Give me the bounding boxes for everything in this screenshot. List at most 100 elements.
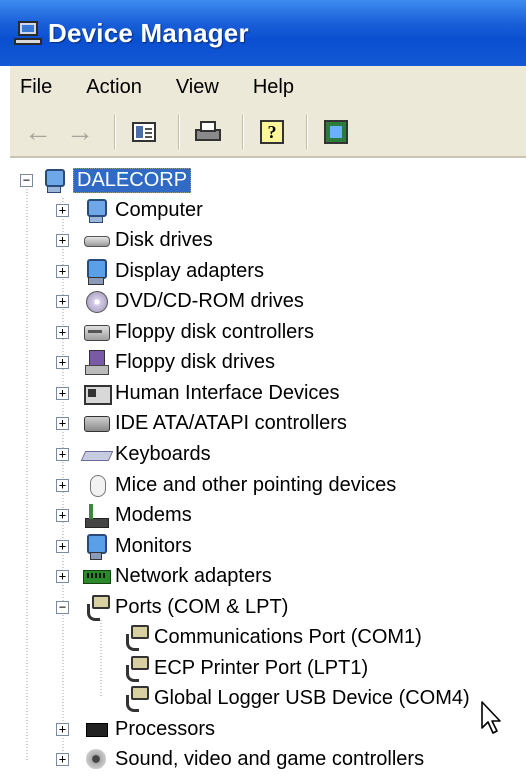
modem-icon (83, 502, 109, 528)
expand-toggle[interactable]: + (56, 294, 69, 308)
tree-item-modems[interactable]: + Modems (56, 501, 192, 529)
disk-drive-icon (83, 227, 110, 253)
dvd-icon (83, 288, 109, 314)
tree-item-label: Monitors (115, 534, 192, 557)
toolbar-separator (242, 115, 244, 149)
menu-file[interactable]: File (20, 76, 52, 99)
help-button[interactable]: ? (254, 114, 290, 150)
expand-toggle[interactable]: + (56, 325, 69, 339)
computer-icon (83, 197, 109, 223)
tree-item-com4[interactable]: Global Logger USB Device (COM4) (122, 684, 470, 712)
root-label[interactable]: DALECORP (73, 167, 192, 193)
toolbar-separator (178, 115, 180, 149)
port-icon (122, 624, 149, 651)
collapse-root-toggle[interactable]: − (20, 173, 33, 187)
floppy-controller-icon (83, 319, 110, 345)
toolbar: ← → ? (10, 108, 526, 158)
tree-item-label: ECP Printer Port (LPT1) (154, 656, 369, 679)
hid-icon (83, 380, 112, 406)
tree-item-mice[interactable]: + Mice and other pointing devices (56, 471, 396, 499)
expand-toggle[interactable]: + (56, 722, 69, 736)
expand-toggle[interactable]: + (56, 203, 69, 217)
tree-item-label: Mice and other pointing devices (115, 473, 397, 496)
tree-item-sound-video-game[interactable]: + Sound, video and game controllers (56, 745, 424, 773)
processor-icon (83, 716, 109, 742)
keyboard-icon (83, 441, 109, 467)
tree-item-floppy-disk-controllers[interactable]: + Floppy disk controllers (56, 318, 314, 346)
device-manager-icon (14, 20, 42, 46)
tree-item-keyboards[interactable]: + Keyboards (56, 440, 211, 468)
mouse-icon (83, 472, 109, 498)
tree-item-label: Ports (COM & LPT) (115, 595, 289, 618)
tree-root[interactable]: − DALECORP (20, 166, 192, 194)
window-title: Device Manager (48, 17, 249, 48)
print-button[interactable] (190, 114, 226, 150)
tree-item-network-adapters[interactable]: + Network adapters (56, 562, 272, 590)
tree-item-label: Modems (115, 503, 192, 526)
expand-toggle[interactable]: + (56, 447, 69, 461)
menu-view[interactable]: View (176, 76, 219, 99)
tree-item-monitors[interactable]: + Monitors (56, 532, 192, 560)
tree-item-disk-drives[interactable]: + Disk drives (56, 226, 213, 254)
menu-action[interactable]: Action (86, 76, 142, 99)
tree-item-dvd-cdrom-drives[interactable]: + DVD/CD-ROM drives (56, 287, 304, 315)
forward-button[interactable]: → (62, 114, 98, 150)
collapse-toggle[interactable]: − (56, 600, 69, 614)
tree-item-label: Disk drives (115, 228, 213, 251)
back-button[interactable]: ← (20, 114, 56, 150)
tree-item-label: Sound, video and game controllers (115, 747, 425, 770)
menu-help[interactable]: Help (253, 76, 294, 99)
show-hide-console-tree-button[interactable] (126, 114, 162, 150)
console-tree-icon (132, 122, 156, 142)
expand-toggle[interactable]: + (56, 264, 69, 278)
tree-item-label: Communications Port (COM1) (154, 625, 422, 648)
expand-toggle[interactable]: + (56, 355, 69, 369)
display-adapter-icon (83, 258, 109, 285)
expand-toggle[interactable]: + (56, 233, 69, 247)
tree-item-label: Human Interface Devices (115, 381, 340, 404)
tree-item-label: Floppy disk controllers (115, 320, 314, 343)
tree-item-label: Keyboards (115, 442, 211, 465)
port-icon (83, 594, 110, 621)
tree-item-floppy-disk-drives[interactable]: + Floppy disk drives (56, 348, 275, 376)
back-icon: ← (24, 116, 52, 147)
tree-item-label: Global Logger USB Device (COM4) (154, 686, 470, 709)
tree-item-computer[interactable]: + Computer (56, 196, 203, 224)
toolbar-separator (306, 115, 308, 149)
tree-item-label: Computer (115, 198, 203, 221)
device-tree[interactable]: − DALECORP + Computer + Disk drives + Di… (10, 160, 526, 781)
ide-controller-icon (83, 410, 110, 436)
scan-hardware-button[interactable] (318, 114, 354, 150)
floppy-drive-icon (83, 349, 109, 375)
sound-icon (83, 746, 109, 772)
title-bar[interactable]: Device Manager (0, 0, 526, 66)
tree-item-label: Processors (115, 717, 216, 740)
tree-item-label: Network adapters (115, 564, 272, 587)
print-icon (195, 121, 221, 143)
network-adapter-icon (83, 563, 111, 589)
expand-toggle[interactable]: + (56, 416, 69, 430)
help-icon: ? (260, 120, 284, 144)
tree-item-label: Display adapters (115, 259, 264, 282)
port-icon (122, 655, 149, 682)
computer-icon (41, 167, 67, 193)
toolbar-separator (114, 115, 116, 149)
tree-item-label: IDE ATA/ATAPI controllers (115, 411, 347, 434)
tree-item-ports[interactable]: − Ports (COM & LPT) (56, 593, 288, 621)
tree-item-display-adapters[interactable]: + Display adapters (56, 257, 264, 285)
tree-item-processors[interactable]: + Processors (56, 715, 215, 743)
tree-item-lpt1[interactable]: ECP Printer Port (LPT1) (122, 654, 368, 682)
port-icon (122, 685, 149, 712)
expand-toggle[interactable]: + (56, 539, 69, 553)
expand-toggle[interactable]: + (56, 508, 69, 522)
tree-item-human-interface-devices[interactable]: + Human Interface Devices (56, 379, 340, 407)
expand-toggle[interactable]: + (56, 752, 69, 766)
expand-toggle[interactable]: + (56, 386, 69, 400)
mouse-cursor-icon (481, 701, 501, 734)
tree-item-ide-controllers[interactable]: + IDE ATA/ATAPI controllers (56, 409, 347, 437)
expand-toggle[interactable]: + (56, 569, 69, 583)
tree-item-com1[interactable]: Communications Port (COM1) (122, 623, 422, 651)
expand-toggle[interactable]: + (56, 478, 69, 492)
scan-hardware-icon (324, 120, 348, 144)
forward-icon: → (66, 116, 94, 147)
